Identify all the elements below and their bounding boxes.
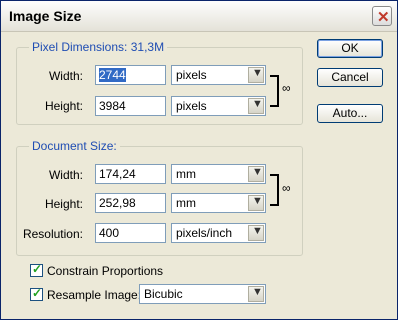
constrain-proportions-label[interactable]: Constrain Proportions [47,264,163,278]
pixel-width-input[interactable]: 2744 [95,65,166,85]
chevron-down-icon[interactable]: ▼ [248,67,264,83]
document-width-unit-value: mm [176,167,196,181]
document-height-input[interactable]: 252,98 [95,193,166,213]
document-height-label: Height: [44,197,83,211]
checkmark-icon: ✓ [32,286,43,300]
pixel-height-label: Height: [44,99,83,113]
resample-method-select[interactable]: Bicubic ▼ [139,284,266,304]
pixel-height-unit-value: pixels [176,99,207,113]
document-height-unit-value: mm [176,196,196,210]
title-bar: Image Size ✕ [1,1,397,32]
chevron-down-icon[interactable]: ▼ [248,98,264,114]
chain-link-icon: ∞ [282,181,291,195]
document-size-legend: Document Size: [29,139,120,153]
pixel-dimensions-size: 31,3M [130,40,165,54]
checkmark-icon: ✓ [32,262,43,276]
document-width-label: Width: [48,168,83,182]
pixel-width-label: Width: [48,69,83,83]
resolution-input[interactable]: 400 [95,223,166,243]
chevron-down-icon[interactable]: ▼ [248,286,264,302]
resolution-unit-select[interactable]: pixels/inch ▼ [171,223,266,243]
resolution-label: Resolution: [22,227,83,241]
pixel-width-unit-value: pixels [176,68,207,82]
pixel-link-bracket [270,75,279,107]
close-button[interactable]: ✕ [372,6,392,26]
image-size-dialog: Image Size ✕ Pixel Dimensions: 31,3M Wid… [0,0,398,320]
pixel-dimensions-legend: Pixel Dimensions: 31,3M [29,40,168,54]
auto-button[interactable]: Auto... [317,104,383,123]
chevron-down-icon[interactable]: ▼ [248,195,264,211]
document-width-input[interactable]: 174,24 [95,164,166,184]
document-height-unit-select[interactable]: mm ▼ [171,193,266,213]
pixel-height-input[interactable]: 3984 [95,96,166,116]
chain-link-icon: ∞ [282,81,291,95]
resample-method-value: Bicubic [144,287,183,301]
chevron-down-icon[interactable]: ▼ [248,166,264,182]
dialog-title: Image Size [9,8,82,24]
document-width-unit-select[interactable]: mm ▼ [171,164,266,184]
resolution-unit-value: pixels/inch [176,226,233,240]
document-link-bracket [270,174,279,206]
resample-image-label[interactable]: Resample Image: [47,288,141,302]
pixel-height-unit-select[interactable]: pixels ▼ [171,96,266,116]
resample-image-checkbox[interactable]: ✓ [30,286,43,301]
pixel-width-unit-select[interactable]: pixels ▼ [171,65,266,85]
close-icon: ✕ [377,9,390,26]
chevron-down-icon[interactable]: ▼ [248,225,264,241]
ok-button[interactable]: OK [317,39,383,58]
constrain-proportions-checkbox[interactable]: ✓ [30,262,43,277]
cancel-button[interactable]: Cancel [317,68,383,87]
